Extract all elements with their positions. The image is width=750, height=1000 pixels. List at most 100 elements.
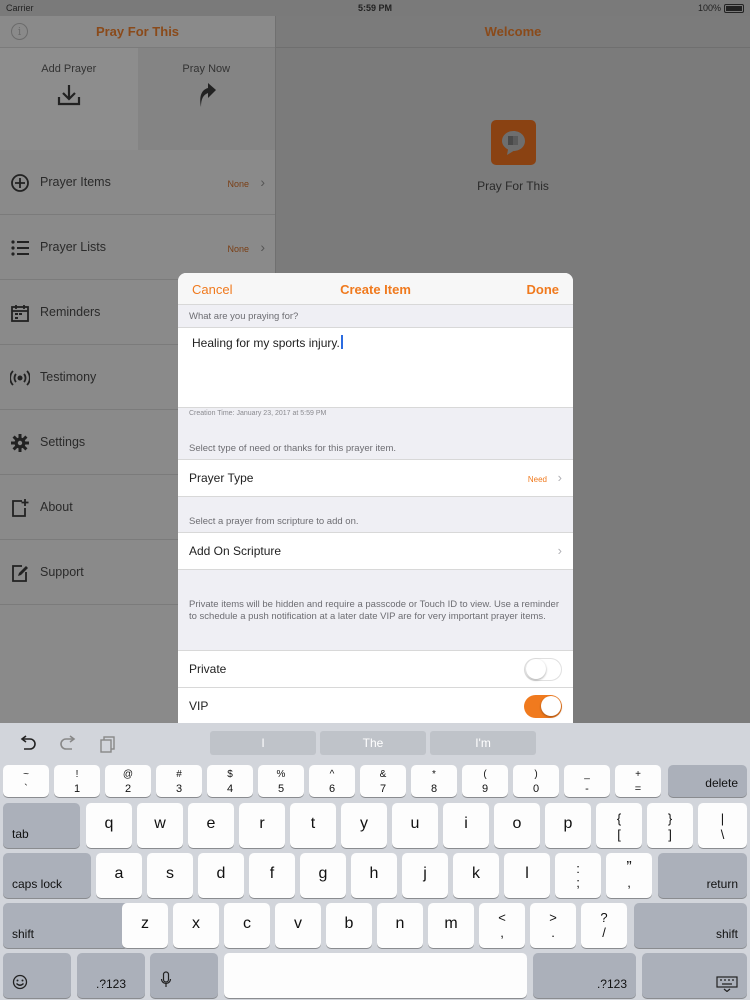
key-q[interactable]: q (86, 803, 132, 848)
key-s[interactable]: s (147, 853, 193, 898)
arrow-up-icon (200, 83, 217, 107)
suggestion-item[interactable]: The (320, 731, 426, 755)
caps-lock-key[interactable]: caps lock (3, 853, 91, 898)
key-slash[interactable]: ? / (581, 903, 627, 948)
numbers-key-left[interactable]: .?123 (77, 953, 145, 998)
suggestion-item[interactable]: I'm (430, 731, 536, 755)
prayer-text-input[interactable]: Healing for my sports injury. (178, 327, 573, 408)
sidebar-nav-bar: i Pray For This (0, 16, 275, 48)
prayer-type-value: Need (527, 475, 547, 484)
key-k[interactable]: k (453, 853, 499, 898)
private-label: Private (189, 662, 227, 676)
key-l[interactable]: l (504, 853, 550, 898)
private-toggle[interactable] (524, 658, 562, 681)
key-semicolon[interactable]: :; (555, 853, 601, 898)
about-icon (12, 499, 29, 517)
suggestion-item[interactable]: I (210, 731, 316, 755)
private-hint: Private items will be hidden and require… (189, 599, 559, 622)
key-backtick[interactable]: ~ ` (3, 765, 49, 797)
key-comma[interactable]: <, (479, 903, 525, 948)
calendar-icon (11, 305, 29, 322)
toggle-knob (541, 696, 561, 716)
sidebar-actions: Add Prayer Pray Now (0, 48, 275, 150)
app-name: Pray For This (477, 179, 549, 193)
key-u[interactable]: u (392, 803, 438, 848)
key-8[interactable]: * 8 (411, 765, 457, 797)
shift-key-right[interactable]: shift (634, 903, 747, 948)
key-j[interactable]: j (402, 853, 448, 898)
sidebar-item-label: Reminders (40, 305, 101, 319)
prayer-type-label: Prayer Type (189, 471, 254, 485)
key-g[interactable]: g (300, 853, 346, 898)
numbers-key-right[interactable]: .?123 (533, 953, 636, 998)
delete-key[interactable]: delete (668, 765, 747, 797)
shift-key-left[interactable]: shift (3, 903, 129, 948)
type-hint: Select type of need or thanks for this p… (189, 443, 396, 454)
sidebar-item-label: About (40, 500, 73, 514)
key-a[interactable]: a (96, 853, 142, 898)
key-6[interactable]: ^ 6 (309, 765, 355, 797)
key-5[interactable]: % 5 (258, 765, 304, 797)
dictation-key[interactable] (150, 953, 218, 998)
key-d[interactable]: d (198, 853, 244, 898)
add-scripture-cell[interactable]: Add On Scripture › (178, 532, 573, 570)
sidebar-item-prayer-items[interactable]: Prayer Items None › (0, 150, 275, 215)
keyboard-toolbar: I The I'm (0, 723, 750, 763)
prayer-text: Healing for my sports injury. (192, 336, 340, 350)
key-minus[interactable]: _ - (564, 765, 610, 797)
vip-toggle[interactable] (524, 695, 562, 718)
key-equals[interactable]: + = (615, 765, 661, 797)
key-f[interactable]: f (249, 853, 295, 898)
key-2[interactable]: @2 (105, 765, 151, 797)
pray-now-label: Pray Now (182, 63, 231, 75)
key-bracket-right[interactable]: }] (647, 803, 693, 848)
add-prayer-label: Add Prayer (41, 63, 97, 75)
key-backslash[interactable]: | \ (698, 803, 747, 848)
key-9[interactable]: (9 (462, 765, 508, 797)
key-h[interactable]: h (351, 853, 397, 898)
key-quote[interactable]: ”, (606, 853, 652, 898)
key-7[interactable]: & 7 (360, 765, 406, 797)
broadcast-icon (10, 370, 30, 386)
status-bar: Carrier 5:59 PM 100% (0, 0, 750, 16)
tab-key[interactable]: tab (3, 803, 80, 848)
key-b[interactable]: b (326, 903, 372, 948)
key-t[interactable]: t (290, 803, 336, 848)
add-prayer-button[interactable]: Add Prayer (0, 48, 138, 150)
sidebar-item-prayer-lists[interactable]: Prayer Lists None › (0, 215, 275, 280)
emoji-key[interactable] (3, 953, 71, 998)
key-i[interactable]: i (443, 803, 489, 848)
key-0[interactable]: ) 0 (513, 765, 559, 797)
key-4[interactable]: $4 (207, 765, 253, 797)
hide-keyboard-key[interactable] (642, 953, 747, 998)
key-r[interactable]: r (239, 803, 285, 848)
key-x[interactable]: x (173, 903, 219, 948)
undo-icon[interactable] (18, 735, 38, 753)
key-p[interactable]: p (545, 803, 591, 848)
redo-icon[interactable] (58, 735, 78, 753)
return-key[interactable]: return (658, 853, 747, 898)
vip-cell: VIP (178, 687, 573, 725)
done-button[interactable]: Done (527, 282, 560, 297)
plus-circle-icon (11, 174, 29, 192)
key-e[interactable]: e (188, 803, 234, 848)
key-m[interactable]: m (428, 903, 474, 948)
key-c[interactable]: c (224, 903, 270, 948)
keyboard-hide-icon (716, 976, 738, 992)
pray-now-button[interactable]: Pray Now (137, 48, 275, 150)
key-w[interactable]: w (137, 803, 183, 848)
key-1[interactable]: ! 1 (54, 765, 100, 797)
key-y[interactable]: y (341, 803, 387, 848)
microphone-icon (160, 971, 172, 987)
space-key[interactable] (224, 953, 527, 998)
paste-icon[interactable] (98, 735, 118, 753)
key-3[interactable]: #3 (156, 765, 202, 797)
key-n[interactable]: n (377, 903, 423, 948)
key-bracket-left[interactable]: {[ (596, 803, 642, 848)
key-z[interactable]: z (122, 903, 168, 948)
prayer-type-cell[interactable]: Prayer Type Need › (178, 459, 573, 497)
sidebar-item-label: Settings (40, 435, 86, 449)
key-v[interactable]: v (275, 903, 321, 948)
key-o[interactable]: o (494, 803, 540, 848)
key-period[interactable]: >. (530, 903, 576, 948)
